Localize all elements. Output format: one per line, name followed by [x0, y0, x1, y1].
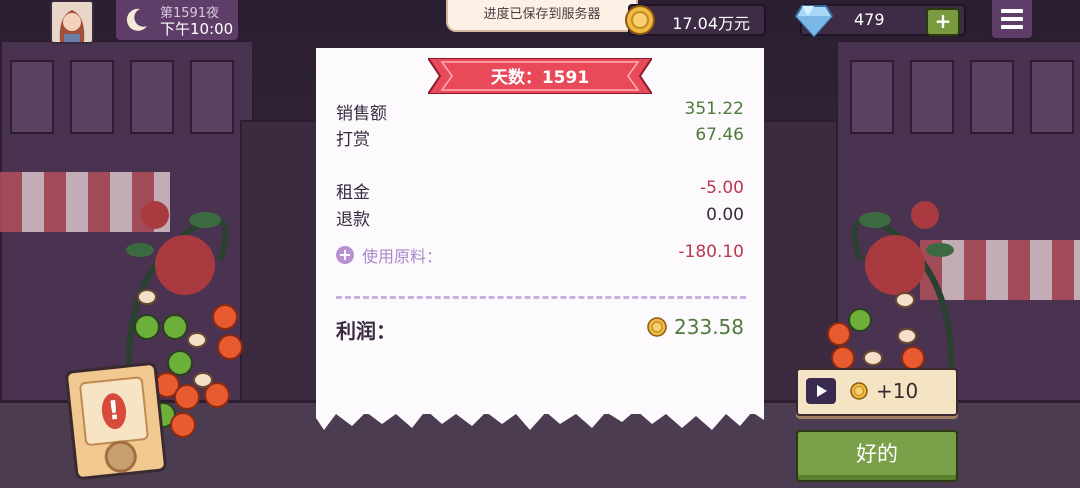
coin-icon — [850, 382, 868, 400]
building-window — [70, 60, 114, 134]
diamond-icon — [794, 5, 834, 38]
menu-button[interactable] — [990, 0, 1034, 40]
sales-value: 351.22 — [684, 99, 744, 119]
gem-count: 479 — [854, 10, 885, 29]
night-time-panel: 第1591夜 下午10:00 — [114, 0, 240, 42]
menu-icon — [1001, 9, 1023, 13]
ok-button[interactable]: 好的 — [796, 430, 958, 482]
ingredients-label[interactable]: 使用原料： — [362, 243, 442, 267]
building-window — [1030, 60, 1074, 134]
clock-time: 下午10:00 — [160, 20, 234, 38]
player-avatar[interactable] — [50, 0, 94, 44]
profit-label: 利润： — [336, 319, 396, 343]
save-toast: 进度已保存到服务器 — [446, 0, 638, 32]
ingredients-value: -180.10 — [678, 242, 744, 262]
moon-icon — [126, 8, 147, 31]
rent-label: 租金 — [336, 183, 370, 203]
expand-ingredients-button[interactable]: + — [336, 246, 354, 264]
rent-value: -5.00 — [700, 178, 744, 198]
building-window — [910, 60, 954, 134]
building-window — [850, 60, 894, 134]
building-window — [130, 60, 174, 134]
coin-icon — [625, 5, 655, 35]
tips-value: 67.46 — [695, 125, 744, 145]
money-panel: 17.04万元 — [625, 4, 766, 36]
gem-panel: 479 + — [794, 4, 966, 38]
alert-icon: ! — [100, 392, 128, 431]
sales-label: 销售额 — [336, 104, 387, 124]
building-window — [970, 60, 1014, 134]
building-window — [190, 60, 234, 134]
add-gems-button[interactable]: + — [926, 8, 960, 36]
alert-card[interactable]: ! — [64, 361, 168, 481]
money-value: 17.04万元 — [672, 14, 750, 33]
refund-value: 0.00 — [706, 205, 744, 225]
play-icon — [806, 378, 836, 404]
tips-label: 打赏 — [336, 130, 370, 150]
watch-ad-reward-button[interactable]: +10 — [796, 368, 958, 416]
day-banner-text: 天数：1591 — [490, 68, 590, 88]
coin-icon — [647, 317, 667, 337]
receipt-divider — [336, 296, 746, 299]
refund-label: 退款 — [336, 210, 370, 230]
avatar-portrait-icon — [52, 2, 92, 42]
receipt-torn-edge — [316, 400, 764, 430]
profit-value: 233.58 — [674, 315, 744, 339]
alert-badge-icon — [103, 439, 139, 475]
building-window — [10, 60, 54, 134]
ad-reward-amount: +10 — [876, 379, 919, 403]
